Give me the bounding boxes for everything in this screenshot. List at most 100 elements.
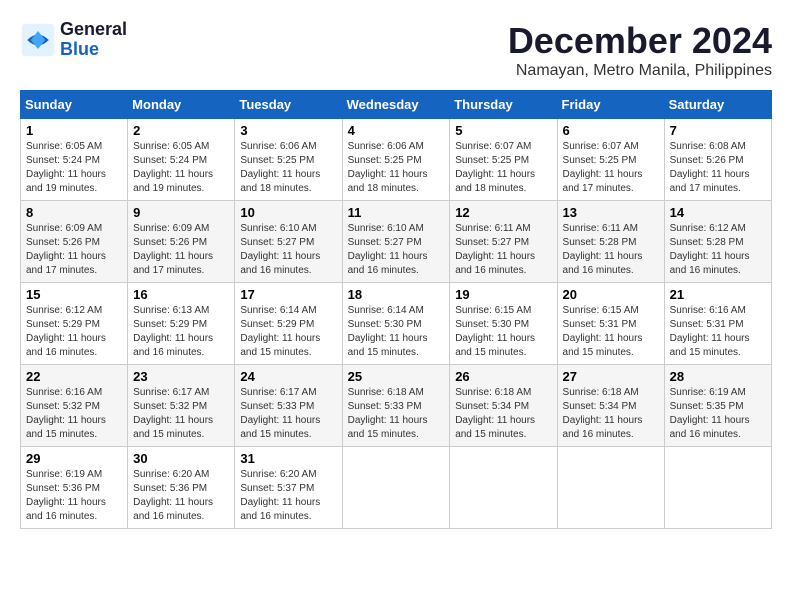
calendar-cell: 19 Sunrise: 6:15 AMSunset: 5:30 PMDaylig… [450, 283, 557, 365]
day-number: 20 [563, 287, 659, 302]
day-number: 28 [670, 369, 766, 384]
title-area: December 2024 Namayan, Metro Manila, Phi… [508, 20, 772, 80]
day-info: Sunrise: 6:07 AMSunset: 5:25 PMDaylight:… [563, 141, 643, 194]
column-header-monday: Monday [128, 91, 235, 119]
calendar-cell: 18 Sunrise: 6:14 AMSunset: 5:30 PMDaylig… [342, 283, 450, 365]
day-number: 5 [455, 123, 551, 138]
day-number: 10 [240, 205, 336, 220]
day-info: Sunrise: 6:07 AMSunset: 5:25 PMDaylight:… [455, 141, 535, 194]
calendar-cell: 9 Sunrise: 6:09 AMSunset: 5:26 PMDayligh… [128, 201, 235, 283]
day-info: Sunrise: 6:06 AMSunset: 5:25 PMDaylight:… [240, 141, 320, 194]
calendar-cell: 11 Sunrise: 6:10 AMSunset: 5:27 PMDaylig… [342, 201, 450, 283]
calendar-cell: 29 Sunrise: 6:19 AMSunset: 5:36 PMDaylig… [21, 447, 128, 529]
day-info: Sunrise: 6:16 AMSunset: 5:31 PMDaylight:… [670, 305, 750, 358]
calendar-cell [664, 447, 771, 529]
calendar-week-row: 1 Sunrise: 6:05 AMSunset: 5:24 PMDayligh… [21, 119, 772, 201]
calendar-cell: 28 Sunrise: 6:19 AMSunset: 5:35 PMDaylig… [664, 365, 771, 447]
day-number: 15 [26, 287, 122, 302]
day-info: Sunrise: 6:15 AMSunset: 5:31 PMDaylight:… [563, 305, 643, 358]
day-number: 1 [26, 123, 122, 138]
calendar-cell: 12 Sunrise: 6:11 AMSunset: 5:27 PMDaylig… [450, 201, 557, 283]
column-header-tuesday: Tuesday [235, 91, 342, 119]
day-number: 19 [455, 287, 551, 302]
day-info: Sunrise: 6:08 AMSunset: 5:26 PMDaylight:… [670, 141, 750, 194]
day-info: Sunrise: 6:18 AMSunset: 5:34 PMDaylight:… [455, 387, 535, 440]
calendar-cell: 21 Sunrise: 6:16 AMSunset: 5:31 PMDaylig… [664, 283, 771, 365]
day-info: Sunrise: 6:11 AMSunset: 5:28 PMDaylight:… [563, 223, 643, 276]
column-header-friday: Friday [557, 91, 664, 119]
month-title: December 2024 [508, 20, 772, 62]
day-info: Sunrise: 6:09 AMSunset: 5:26 PMDaylight:… [26, 223, 106, 276]
day-number: 12 [455, 205, 551, 220]
day-number: 11 [348, 205, 445, 220]
calendar-cell: 31 Sunrise: 6:20 AMSunset: 5:37 PMDaylig… [235, 447, 342, 529]
day-info: Sunrise: 6:12 AMSunset: 5:28 PMDaylight:… [670, 223, 750, 276]
day-number: 4 [348, 123, 445, 138]
column-header-wednesday: Wednesday [342, 91, 450, 119]
day-info: Sunrise: 6:20 AMSunset: 5:37 PMDaylight:… [240, 469, 320, 522]
calendar-cell: 2 Sunrise: 6:05 AMSunset: 5:24 PMDayligh… [128, 119, 235, 201]
calendar-cell: 24 Sunrise: 6:17 AMSunset: 5:33 PMDaylig… [235, 365, 342, 447]
day-info: Sunrise: 6:19 AMSunset: 5:36 PMDaylight:… [26, 469, 106, 522]
day-number: 13 [563, 205, 659, 220]
day-number: 29 [26, 451, 122, 466]
column-header-thursday: Thursday [450, 91, 557, 119]
calendar-cell: 26 Sunrise: 6:18 AMSunset: 5:34 PMDaylig… [450, 365, 557, 447]
calendar-cell: 10 Sunrise: 6:10 AMSunset: 5:27 PMDaylig… [235, 201, 342, 283]
day-number: 6 [563, 123, 659, 138]
day-info: Sunrise: 6:13 AMSunset: 5:29 PMDaylight:… [133, 305, 213, 358]
calendar-cell: 17 Sunrise: 6:14 AMSunset: 5:29 PMDaylig… [235, 283, 342, 365]
calendar-cell: 20 Sunrise: 6:15 AMSunset: 5:31 PMDaylig… [557, 283, 664, 365]
day-number: 31 [240, 451, 336, 466]
day-info: Sunrise: 6:18 AMSunset: 5:33 PMDaylight:… [348, 387, 428, 440]
day-number: 25 [348, 369, 445, 384]
location-title: Namayan, Metro Manila, Philippines [508, 62, 772, 80]
calendar-cell: 4 Sunrise: 6:06 AMSunset: 5:25 PMDayligh… [342, 119, 450, 201]
day-number: 7 [670, 123, 766, 138]
day-info: Sunrise: 6:16 AMSunset: 5:32 PMDaylight:… [26, 387, 106, 440]
day-number: 3 [240, 123, 336, 138]
day-info: Sunrise: 6:15 AMSunset: 5:30 PMDaylight:… [455, 305, 535, 358]
day-number: 30 [133, 451, 229, 466]
day-number: 14 [670, 205, 766, 220]
calendar-cell: 16 Sunrise: 6:13 AMSunset: 5:29 PMDaylig… [128, 283, 235, 365]
logo-icon [20, 22, 56, 58]
day-number: 18 [348, 287, 445, 302]
calendar-cell [450, 447, 557, 529]
column-header-saturday: Saturday [664, 91, 771, 119]
calendar-cell: 3 Sunrise: 6:06 AMSunset: 5:25 PMDayligh… [235, 119, 342, 201]
calendar-cell: 15 Sunrise: 6:12 AMSunset: 5:29 PMDaylig… [21, 283, 128, 365]
calendar-header-row: SundayMondayTuesdayWednesdayThursdayFrid… [21, 91, 772, 119]
calendar-cell: 5 Sunrise: 6:07 AMSunset: 5:25 PMDayligh… [450, 119, 557, 201]
day-info: Sunrise: 6:11 AMSunset: 5:27 PMDaylight:… [455, 223, 535, 276]
day-info: Sunrise: 6:09 AMSunset: 5:26 PMDaylight:… [133, 223, 213, 276]
day-number: 17 [240, 287, 336, 302]
calendar-week-row: 22 Sunrise: 6:16 AMSunset: 5:32 PMDaylig… [21, 365, 772, 447]
day-info: Sunrise: 6:14 AMSunset: 5:30 PMDaylight:… [348, 305, 428, 358]
day-info: Sunrise: 6:12 AMSunset: 5:29 PMDaylight:… [26, 305, 106, 358]
day-info: Sunrise: 6:06 AMSunset: 5:25 PMDaylight:… [348, 141, 428, 194]
day-info: Sunrise: 6:10 AMSunset: 5:27 PMDaylight:… [240, 223, 320, 276]
day-info: Sunrise: 6:20 AMSunset: 5:36 PMDaylight:… [133, 469, 213, 522]
logo: General Blue [20, 20, 127, 60]
day-info: Sunrise: 6:10 AMSunset: 5:27 PMDaylight:… [348, 223, 428, 276]
day-number: 9 [133, 205, 229, 220]
day-number: 23 [133, 369, 229, 384]
day-info: Sunrise: 6:17 AMSunset: 5:32 PMDaylight:… [133, 387, 213, 440]
column-header-sunday: Sunday [21, 91, 128, 119]
logo-text: General Blue [60, 20, 127, 60]
calendar-week-row: 29 Sunrise: 6:19 AMSunset: 5:36 PMDaylig… [21, 447, 772, 529]
day-info: Sunrise: 6:14 AMSunset: 5:29 PMDaylight:… [240, 305, 320, 358]
day-info: Sunrise: 6:05 AMSunset: 5:24 PMDaylight:… [133, 141, 213, 194]
calendar-cell: 13 Sunrise: 6:11 AMSunset: 5:28 PMDaylig… [557, 201, 664, 283]
calendar-cell: 6 Sunrise: 6:07 AMSunset: 5:25 PMDayligh… [557, 119, 664, 201]
day-info: Sunrise: 6:17 AMSunset: 5:33 PMDaylight:… [240, 387, 320, 440]
calendar-cell: 25 Sunrise: 6:18 AMSunset: 5:33 PMDaylig… [342, 365, 450, 447]
calendar-cell: 8 Sunrise: 6:09 AMSunset: 5:26 PMDayligh… [21, 201, 128, 283]
calendar-cell [342, 447, 450, 529]
day-number: 27 [563, 369, 659, 384]
calendar-cell: 7 Sunrise: 6:08 AMSunset: 5:26 PMDayligh… [664, 119, 771, 201]
calendar-table: SundayMondayTuesdayWednesdayThursdayFrid… [20, 90, 772, 529]
day-info: Sunrise: 6:19 AMSunset: 5:35 PMDaylight:… [670, 387, 750, 440]
day-number: 2 [133, 123, 229, 138]
